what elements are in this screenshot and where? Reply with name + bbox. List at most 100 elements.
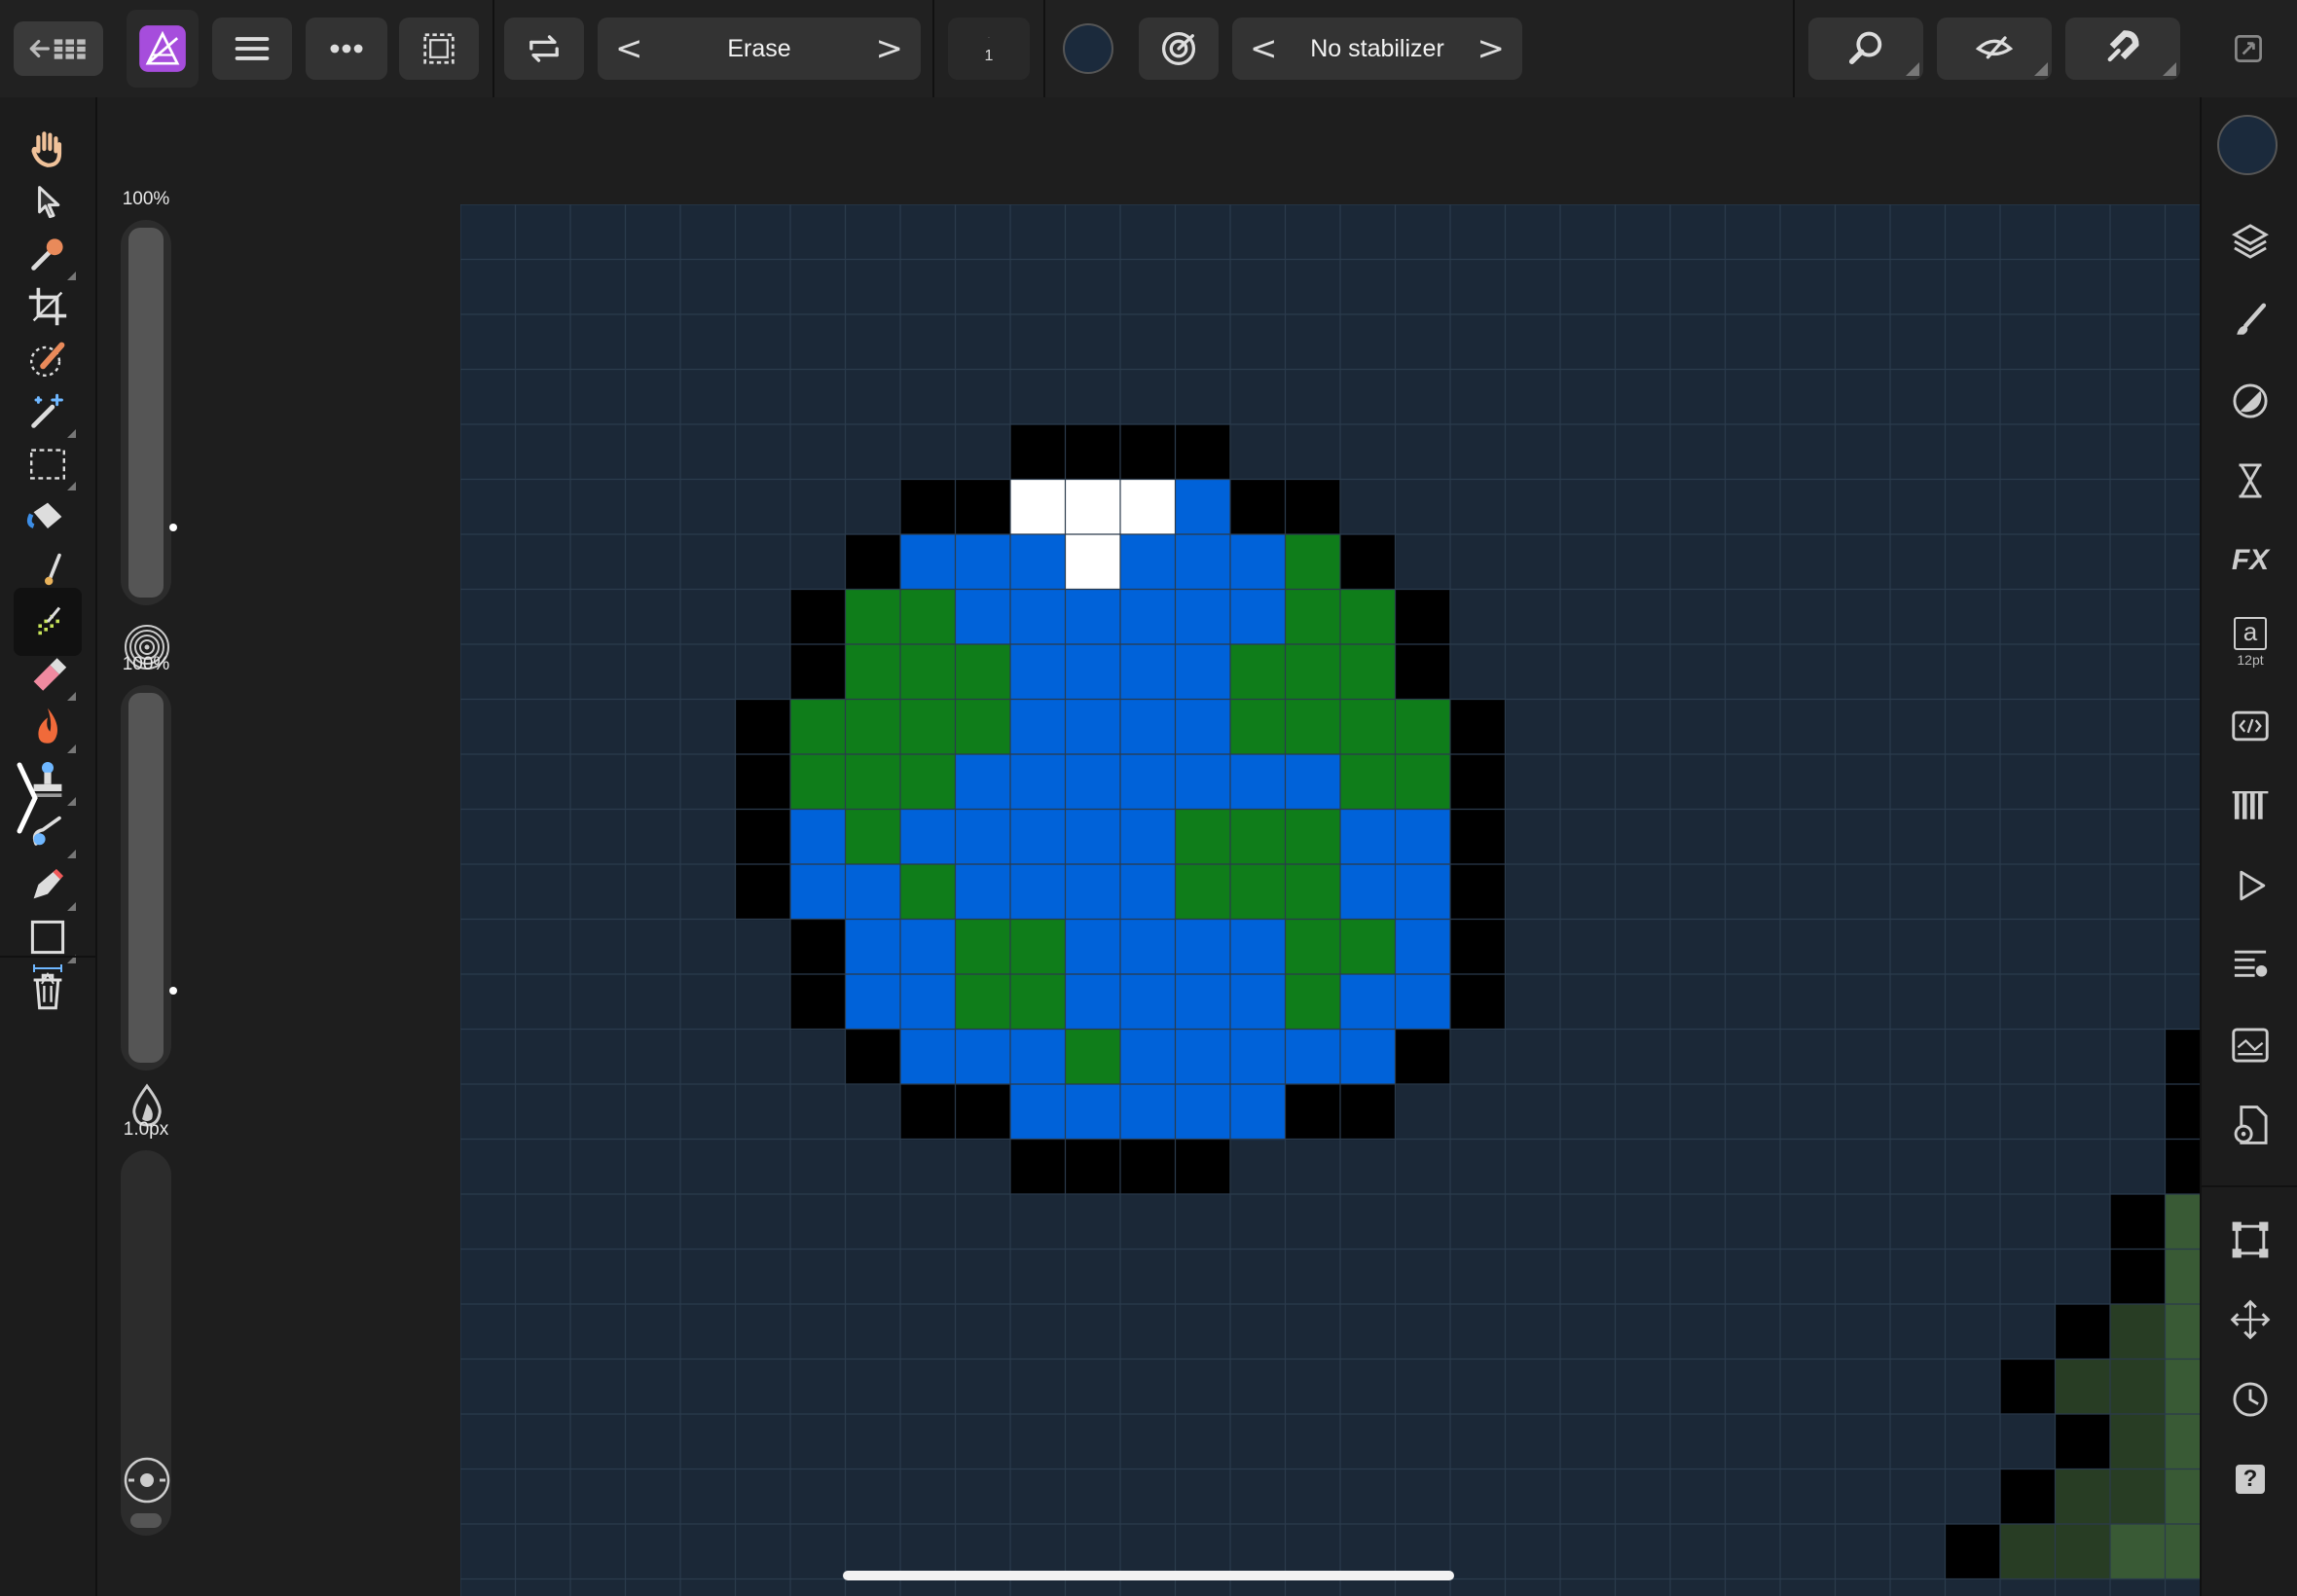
adjustment-icon (2233, 383, 2268, 418)
globe-pixel (1285, 1029, 1341, 1085)
globe-pixel (1175, 754, 1231, 811)
brush-settings-icon[interactable] (123, 1456, 171, 1505)
corner-shape-pixel (2055, 1469, 2111, 1525)
history-studio[interactable] (2227, 457, 2274, 504)
crop-icon (28, 287, 67, 326)
globe-pixel (1065, 919, 1121, 975)
document-settings[interactable] (2227, 1102, 2274, 1148)
brush-mode-stepper[interactable]: < Erase > (598, 18, 921, 80)
expand-icon (2235, 35, 2262, 62)
back-to-gallery-button[interactable] (14, 21, 103, 76)
navigator-studio[interactable] (2227, 1022, 2274, 1069)
arrow-pointer-icon (38, 186, 60, 219)
globe-pixel (845, 919, 901, 975)
globe-pixel (1175, 864, 1231, 921)
globe-pixel (1340, 809, 1397, 865)
text-styles-studio[interactable]: a 12pt (2227, 613, 2274, 671)
brush-size-field[interactable]: · 1 (948, 18, 1030, 80)
persona-button[interactable] (127, 10, 199, 88)
brushes-studio[interactable] (2227, 298, 2274, 345)
canvas-area[interactable] (195, 97, 2200, 1596)
globe-pixel (1175, 644, 1231, 701)
globe-pixel (790, 699, 847, 755)
menu-button[interactable] (212, 18, 292, 80)
globe-pixel (955, 479, 1011, 535)
width-label: 1.0px (123, 1119, 169, 1140)
stabilizer-next-button[interactable]: > (1477, 29, 1506, 68)
corner-shape-pixel (2165, 1469, 2200, 1525)
transform-studio[interactable] (2227, 1216, 2274, 1263)
brush-mode-next-button[interactable]: > (876, 29, 904, 68)
globe-pixel (1230, 754, 1287, 811)
globe-pixel (1010, 974, 1067, 1031)
channels-studio[interactable] (2227, 782, 2274, 829)
globe-pixel (1285, 479, 1341, 535)
brush-mode-label: Erase (727, 34, 791, 62)
studio-divider (2202, 1185, 2297, 1187)
globe-pixel (1120, 1139, 1177, 1195)
globe-pixel (900, 864, 957, 921)
snapping-button[interactable] (2065, 18, 2180, 80)
snapshots-studio[interactable] (2227, 1376, 2274, 1423)
pixel-icon (38, 606, 61, 635)
ellipsis-icon (330, 44, 363, 54)
globe-pixel (1285, 754, 1341, 811)
globe-pixel (900, 589, 957, 645)
swap-arrows-icon (529, 35, 559, 62)
globe-pixel (1120, 754, 1177, 811)
globe-pixel (955, 699, 1011, 755)
globe-pixel (1010, 1084, 1067, 1141)
brush-mode-prev-button[interactable]: < (615, 29, 643, 68)
tools-expand-handle[interactable] (14, 761, 41, 835)
globe-pixel (790, 589, 847, 645)
layers-studio[interactable] (2227, 218, 2274, 265)
globe-pixel (845, 754, 901, 811)
stock-studio[interactable] (2227, 942, 2274, 989)
globe-pixel (955, 974, 1011, 1031)
corner-shape-pixel (2165, 1029, 2200, 1085)
globe-pixel (1065, 534, 1121, 591)
stabilizer-stepper[interactable]: < No stabilizer > (1232, 18, 1522, 80)
pixel-canvas[interactable] (460, 204, 2200, 1596)
help-studio[interactable]: ? (2227, 1456, 2274, 1503)
home-indicator[interactable] (843, 1571, 1454, 1580)
opacity-slider[interactable] (121, 220, 171, 605)
fullscreen-button[interactable] (2219, 18, 2278, 80)
globe-pixel (1065, 424, 1121, 481)
move-studio[interactable] (2227, 1296, 2274, 1343)
globe-pixel (900, 1084, 957, 1141)
delete-button[interactable] (14, 958, 82, 1026)
more-button[interactable] (306, 18, 387, 80)
corner-shape-pixel (2165, 1194, 2200, 1251)
globe-pixel (845, 644, 901, 701)
flow-slider[interactable] (121, 685, 171, 1070)
adjustments-studio[interactable] (2227, 378, 2274, 424)
color-swatch[interactable] (2217, 115, 2278, 175)
stabilizer-prev-button[interactable]: < (1250, 29, 1278, 68)
selection-button[interactable] (399, 18, 479, 80)
paint-brush-icon (45, 553, 61, 586)
target-button[interactable] (1139, 18, 1219, 80)
globe-pixel (845, 864, 901, 921)
globe-pixel (900, 479, 957, 535)
current-color-swatch[interactable] (1063, 23, 1113, 74)
globe-pixel (1065, 589, 1121, 645)
view-mode-button[interactable] (1937, 18, 2052, 80)
zoom-button[interactable] (1808, 18, 1923, 80)
macro-studio[interactable] (2227, 703, 2274, 749)
globe-pixel (1230, 1029, 1287, 1085)
corner-shape-pixel (2110, 1414, 2167, 1470)
selection-icon (423, 33, 455, 64)
play-studio[interactable] (2227, 862, 2274, 909)
swap-button[interactable] (504, 18, 584, 80)
globe-pixel (1340, 699, 1397, 755)
globe-pixel (1010, 589, 1067, 645)
globe-pixel (1175, 919, 1231, 975)
globe-pixel (1450, 699, 1507, 755)
globe-pixel (790, 754, 847, 811)
globe-pixel (1285, 809, 1341, 865)
corner-shape-pixel (2055, 1304, 2111, 1360)
globe-pixel (900, 1029, 957, 1085)
globe-pixel (1010, 534, 1067, 591)
fx-studio[interactable]: FX (2227, 537, 2274, 584)
